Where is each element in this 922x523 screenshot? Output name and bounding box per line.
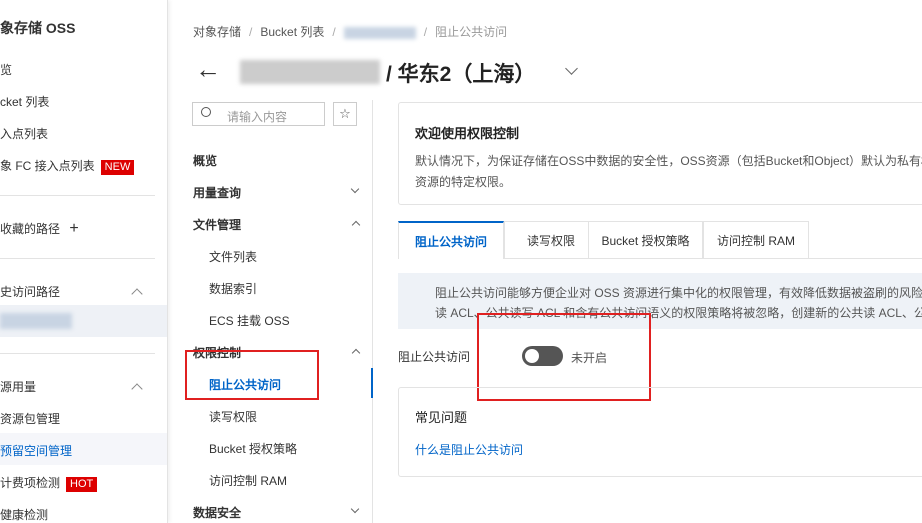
- sidebar-usage: 源用量: [0, 380, 37, 394]
- nav-usage[interactable]: 用量查询: [193, 184, 241, 201]
- search-placeholder: 请输入内容: [227, 110, 288, 124]
- tab-block-public-access[interactable]: 阻止公共访问: [398, 221, 504, 259]
- highlight-box-nav: [185, 350, 319, 400]
- search-input[interactable]: 请输入内容: [192, 102, 325, 126]
- breadcrumb-bucket-list[interactable]: Bucket 列表: [260, 25, 324, 39]
- welcome-title: 欢迎使用权限控制: [415, 126, 520, 141]
- back-arrow-icon[interactable]: ←: [195, 54, 221, 84]
- nav-rw-permission[interactable]: 读写权限: [209, 408, 257, 425]
- faq-title: 常见问题: [415, 410, 468, 425]
- bucket-name-blurred: [240, 60, 380, 84]
- chevron-up-icon[interactable]: [131, 383, 143, 395]
- region-chevron-down-icon[interactable]: [565, 62, 578, 75]
- chevron-up-icon[interactable]: [351, 348, 361, 358]
- nav-active-indicator: [371, 368, 373, 398]
- sidebar-item-resource-pack[interactable]: 资源包管理: [0, 410, 60, 427]
- blurred-path: [0, 313, 72, 329]
- divider: [0, 195, 155, 196]
- nav-data-index[interactable]: 数据索引: [209, 280, 257, 297]
- search-icon: [201, 107, 211, 117]
- plus-icon[interactable]: +: [69, 220, 78, 237]
- tab-bucket-policy[interactable]: Bucket 授权策略: [588, 221, 703, 259]
- sidebar-item-label: 象 FC 接入点列表: [0, 159, 95, 173]
- nav-data-security[interactable]: 数据安全: [193, 504, 241, 521]
- nav-file-list[interactable]: 文件列表: [209, 248, 257, 265]
- nav-ram[interactable]: 访问控制 RAM: [209, 472, 287, 489]
- sidebar-item-reserved-space[interactable]: 预留空间管理: [0, 433, 167, 465]
- breadcrumb-bucket-blurred[interactable]: [343, 26, 416, 39]
- chevron-up-icon[interactable]: [131, 288, 143, 300]
- sidebar: 象存储 OSS 览 cket 列表 入点列表 象 FC 接入点列表 NEW 收藏的…: [0, 0, 168, 523]
- breadcrumb-current: 阻止公共访问: [435, 25, 508, 39]
- page-title: / 华东2（上海）: [386, 63, 536, 86]
- sidebar-item-bucket-list[interactable]: cket 列表: [0, 93, 49, 110]
- nav-divider: [372, 100, 373, 523]
- welcome-text: 默认情况下，为保证存储在OSS中数据的安全性，OSS资源（包括Bucket和Ob…: [415, 154, 922, 168]
- tab-rw-permission[interactable]: 读写权限: [504, 221, 598, 259]
- favorites-label: 收藏的路径: [0, 222, 61, 236]
- welcome-text: 资源的特定权限。: [415, 175, 512, 189]
- sidebar-item-fc-access-points[interactable]: 象 FC 接入点列表 NEW: [0, 157, 135, 175]
- history-item[interactable]: [0, 305, 167, 337]
- breadcrumb-oss[interactable]: 对象存储: [193, 25, 241, 39]
- breadcrumb: 对象存储 / Bucket 列表 / / 阻止公共访问: [193, 25, 508, 39]
- chevron-down-icon[interactable]: [350, 184, 360, 194]
- info-text: 阻止公共访问能够方便企业对 OSS 资源进行集中化的权限管理，有效降低数据被盗刷…: [435, 286, 922, 300]
- new-badge: NEW: [100, 160, 135, 175]
- nav-overview[interactable]: 概览: [193, 152, 217, 169]
- faq-link[interactable]: 什么是阻止公共访问: [415, 441, 523, 458]
- nav-ecs-mount[interactable]: ECS 挂载 OSS: [209, 312, 290, 329]
- hot-badge: HOT: [66, 477, 98, 492]
- sidebar-favorites: 收藏的路径 +: [0, 220, 79, 238]
- chevron-up-icon[interactable]: [351, 220, 361, 230]
- tab-divider: [504, 258, 922, 259]
- star-icon[interactable]: ☆: [333, 102, 357, 126]
- block-public-access-label: 阻止公共访问: [398, 350, 471, 364]
- sidebar-item-access-points[interactable]: 入点列表: [0, 125, 48, 142]
- sidebar-title: 象存储 OSS: [0, 20, 76, 36]
- divider: [0, 258, 155, 259]
- chevron-down-icon[interactable]: [350, 504, 360, 514]
- sidebar-item-label: 计费项检测: [0, 476, 61, 490]
- sidebar-item-billing-check[interactable]: 计费项检测 HOT: [0, 474, 98, 492]
- sidebar-item-health-check[interactable]: 健康检测: [0, 506, 48, 523]
- sidebar-history: 史访问路径: [0, 285, 61, 299]
- divider: [0, 353, 155, 354]
- faq-card: 常见问题 什么是阻止公共访问: [398, 387, 922, 477]
- nav-bucket-policy[interactable]: Bucket 授权策略: [209, 440, 297, 457]
- nav-files[interactable]: 文件管理: [193, 216, 241, 233]
- sidebar-item-label: 预留空间管理: [0, 444, 73, 458]
- sidebar-item-overview[interactable]: 览: [0, 61, 12, 78]
- welcome-card: 欢迎使用权限控制 默认情况下，为保证存储在OSS中数据的安全性，OSS资源（包括…: [398, 102, 922, 205]
- tab-ram[interactable]: 访问控制 RAM: [703, 221, 809, 259]
